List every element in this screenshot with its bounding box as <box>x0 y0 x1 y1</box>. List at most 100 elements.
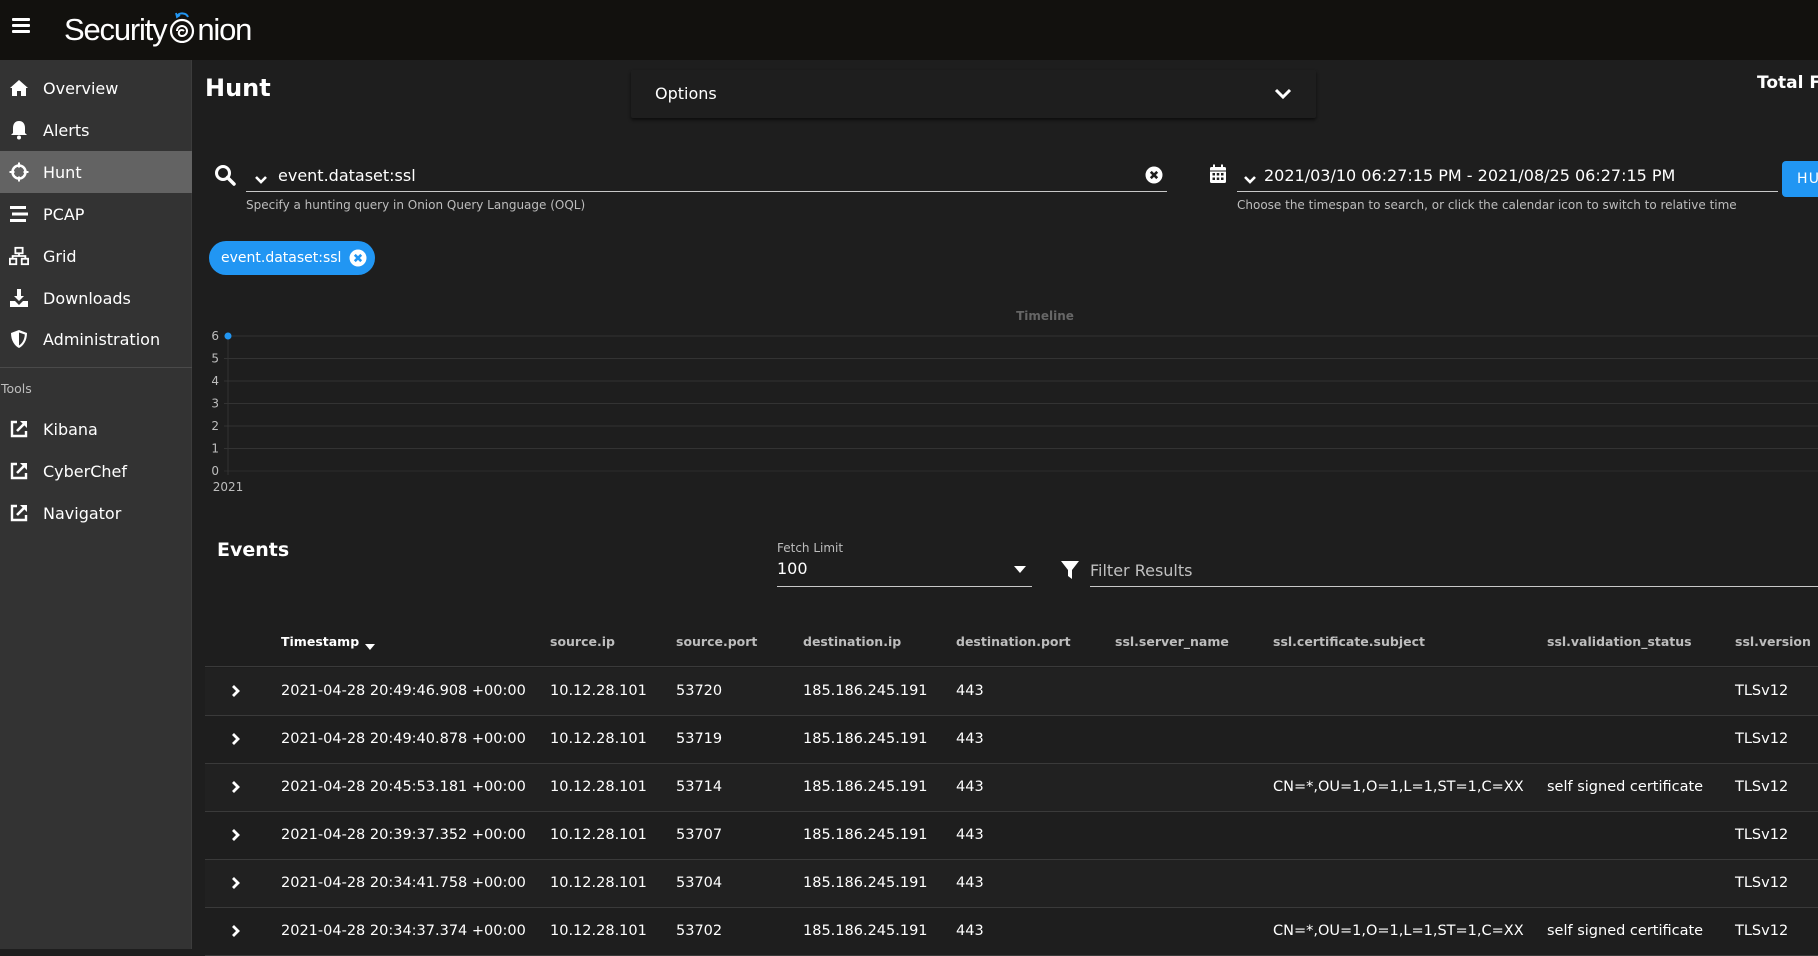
chevron-right-icon[interactable] <box>225 681 245 701</box>
cell-ssl-version: TLSv12 <box>1735 683 1789 699</box>
cell-destination-port: 443 <box>956 875 984 891</box>
data-point[interactable] <box>224 332 232 340</box>
chevron-down-icon[interactable] <box>254 170 268 184</box>
column-header-label: Timestamp <box>281 634 360 649</box>
column-header-label: destination.port <box>956 634 1071 649</box>
external-link-icon <box>9 461 29 481</box>
cell-destination-port: 443 <box>956 683 984 699</box>
date-range-hint: Choose the timespan to search, or click … <box>1237 198 1737 212</box>
column-header-destination-ip[interactable]: destination.ip <box>803 634 901 649</box>
chevron-down-icon[interactable] <box>1243 170 1257 184</box>
home-icon <box>9 78 29 98</box>
y-tick-label: 2 <box>211 419 219 433</box>
cell-source-ip: 10.12.28.101 <box>550 683 647 699</box>
column-header-source-port[interactable]: source.port <box>676 634 757 649</box>
cell-ssl-version: TLSv12 <box>1735 779 1789 795</box>
cell-source-ip: 10.12.28.101 <box>550 827 647 843</box>
cell-source-ip: 10.12.28.101 <box>550 875 647 891</box>
column-header-ssl-server-name[interactable]: ssl.server_name <box>1115 634 1229 649</box>
external-link-icon <box>9 503 29 523</box>
column-header-source-ip[interactable]: source.ip <box>550 634 615 649</box>
cell-ssl-validation-status: self signed certificate <box>1547 923 1704 939</box>
chevron-right-icon[interactable] <box>225 873 245 893</box>
sidebar-item-overview[interactable]: Overview <box>0 67 192 109</box>
filter-results-field <box>1090 555 1818 587</box>
bell-icon <box>9 120 29 140</box>
events-title: Events <box>217 539 290 561</box>
cell-ssl-validation-status: self signed certificate <box>1547 779 1704 795</box>
fetch-limit-select[interactable]: 100 <box>777 557 1032 587</box>
download-icon <box>9 288 29 308</box>
cell-source-port: 53707 <box>676 827 723 843</box>
dropdown-arrow-icon <box>1014 566 1026 573</box>
app-logo: Security nion <box>64 8 252 52</box>
sort-descending-icon[interactable] <box>365 644 376 650</box>
options-label: Options <box>655 84 717 103</box>
cell-destination-ip: 185.186.245.191 <box>803 779 928 795</box>
sidebar-item-grid[interactable]: Grid <box>0 235 192 277</box>
column-header-ssl-version[interactable]: ssl.version <box>1735 634 1811 649</box>
onion-logo-icon <box>168 12 196 47</box>
column-header-timestamp[interactable]: Timestamp <box>281 634 376 650</box>
column-header-label: ssl.server_name <box>1115 634 1229 649</box>
sidebar-item-administration[interactable]: Administration <box>0 318 192 360</box>
sidebar-item-hunt[interactable]: Hunt <box>0 151 192 193</box>
column-header-destination-port[interactable]: destination.port <box>956 634 1071 649</box>
sidebar-tool-label: Kibana <box>43 419 98 439</box>
y-tick-label: 5 <box>211 352 219 366</box>
cell-ssl-certificate-subject: CN=*,OU=1,O=1,L=1,ST=1,C=XX <box>1273 923 1524 939</box>
tools-section-label: Tools <box>1 381 32 396</box>
y-tick-label: 0 <box>211 464 219 478</box>
sidebar-item-alerts[interactable]: Alerts <box>0 109 192 151</box>
clear-icon[interactable] <box>1145 166 1163 184</box>
logo-text-security: Security <box>64 12 168 47</box>
calendar-icon[interactable] <box>1209 164 1227 184</box>
cell-destination-port: 443 <box>956 779 984 795</box>
chevron-right-icon[interactable] <box>225 729 245 749</box>
cell-destination-ip: 185.186.245.191 <box>803 875 928 891</box>
table-row[interactable]: 2021-04-28 20:49:46.908 +00:00 10.12.28.1… <box>205 668 1818 716</box>
sidebar-item-label: Administration <box>43 329 161 349</box>
query-input[interactable] <box>278 162 1128 188</box>
table-row[interactable]: 2021-04-28 20:45:53.181 +00:00 10.12.28.1… <box>205 764 1818 812</box>
cell-source-ip: 10.12.28.101 <box>550 779 647 795</box>
column-header-ssl-certificate-subject[interactable]: ssl.certificate.subject <box>1273 634 1425 649</box>
date-range-input[interactable] <box>1264 162 1769 188</box>
chevron-right-icon[interactable] <box>225 825 245 845</box>
sidebar-tool-cyberchef[interactable]: CyberChef <box>0 450 192 492</box>
cell-source-port: 53704 <box>676 875 723 891</box>
column-header-label: source.ip <box>550 634 615 649</box>
table-row[interactable]: 2021-04-28 20:34:41.758 +00:00 10.12.28.1… <box>205 860 1818 908</box>
cell-timestamp: 2021-04-28 20:45:53.181 +00:00 <box>281 779 526 795</box>
table-header-row: Timestamp source.ip source.port destination… <box>205 620 1818 667</box>
options-expansion-panel[interactable]: Options <box>631 70 1316 118</box>
sidebar-tool-kibana[interactable]: Kibana <box>0 408 192 450</box>
filter-results-input[interactable] <box>1090 557 1810 583</box>
column-header-label: destination.ip <box>803 634 902 649</box>
hunt-button[interactable]: HU <box>1782 161 1818 197</box>
close-icon[interactable] <box>349 249 367 267</box>
cell-ssl-version: TLSv12 <box>1735 875 1789 891</box>
cell-source-port: 53720 <box>676 683 723 699</box>
cell-source-port: 53702 <box>676 923 723 939</box>
table-row[interactable]: 2021-04-28 20:49:40.878 +00:00 10.12.28.1… <box>205 716 1818 764</box>
hamburger-menu-icon[interactable] <box>12 18 30 36</box>
timeline-chart: 0 1 2 3 4 5 6 2021 <box>211 329 1818 494</box>
table-row[interactable]: 2021-04-28 20:39:37.352 +00:00 10.12.28.1… <box>205 812 1818 860</box>
y-tick-label: 6 <box>211 329 219 343</box>
query-filter-chip[interactable]: event.dataset:ssl <box>209 241 376 275</box>
crosshairs-icon <box>9 162 29 182</box>
sidebar-tool-navigator[interactable]: Navigator <box>0 492 192 534</box>
cell-destination-ip: 185.186.245.191 <box>803 827 928 843</box>
chevron-right-icon[interactable] <box>225 921 245 941</box>
cell-source-port: 53719 <box>676 731 723 747</box>
external-link-icon <box>9 419 29 439</box>
sidebar-item-pcap[interactable]: PCAP <box>0 193 192 235</box>
chevron-right-icon[interactable] <box>225 777 245 797</box>
logo-text-nion: nion <box>197 12 252 47</box>
column-header-ssl-validation-status[interactable]: ssl.validation_status <box>1547 634 1692 649</box>
x-tick-label: 2021 <box>213 480 244 494</box>
column-header-label: ssl.certificate.subject <box>1273 634 1425 649</box>
chip-label: event.dataset:ssl <box>221 250 342 266</box>
cell-destination-ip: 185.186.245.191 <box>803 731 928 747</box>
